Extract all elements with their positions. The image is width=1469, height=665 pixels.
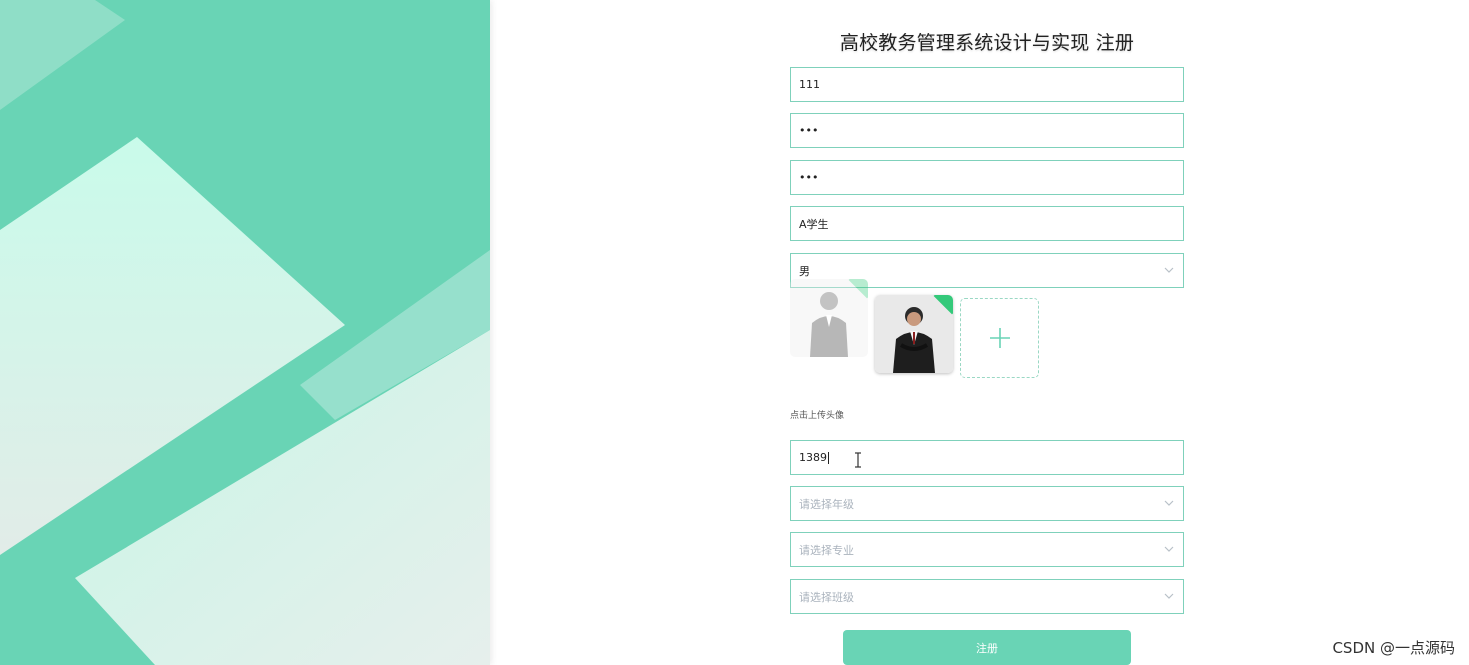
account-value: 111 xyxy=(799,78,820,91)
class-select[interactable]: 请选择班级 xyxy=(790,579,1184,614)
phone-value: 1389 xyxy=(799,451,827,464)
password-value: ••• xyxy=(799,124,819,137)
password-input[interactable]: ••• xyxy=(790,113,1184,148)
register-button[interactable]: 注册 xyxy=(843,630,1131,665)
register-page: 高校教务管理系统设计与实现 注册 111 ••• ••• A学生 男 点击上传头… xyxy=(0,0,1469,665)
gender-value: 男 xyxy=(799,264,810,278)
decorative-background-panel xyxy=(0,0,490,665)
plus-icon xyxy=(989,328,1010,348)
name-value: A学生 xyxy=(799,217,829,231)
avatar-drag-ghost-image xyxy=(790,279,868,357)
watermark-text: CSDN @一点源码 xyxy=(1332,639,1455,657)
confirm-password-value: ••• xyxy=(799,171,819,184)
chevron-down-icon xyxy=(1164,591,1174,601)
chevron-down-icon xyxy=(1164,265,1174,275)
avatar-preview-image[interactable] xyxy=(875,295,953,373)
chevron-down-icon xyxy=(1164,544,1174,554)
chevron-down-icon xyxy=(1164,498,1174,508)
text-caret xyxy=(828,451,829,464)
class-placeholder: 请选择班级 xyxy=(799,590,854,604)
grade-placeholder: 请选择年级 xyxy=(799,497,854,511)
upload-avatar-label: 点击上传头像 xyxy=(790,411,845,421)
page-title: 高校教务管理系统设计与实现 注册 xyxy=(839,32,1135,54)
avatar-upload-button[interactable] xyxy=(960,298,1039,378)
confirm-password-input[interactable]: ••• xyxy=(790,160,1184,195)
grade-select[interactable]: 请选择年级 xyxy=(790,486,1184,521)
major-placeholder: 请选择专业 xyxy=(799,543,854,557)
major-select[interactable]: 请选择专业 xyxy=(790,532,1184,567)
account-input[interactable]: 111 xyxy=(790,67,1184,102)
ibeam-cursor-icon xyxy=(853,451,863,469)
name-input[interactable]: A学生 xyxy=(790,206,1184,241)
phone-input[interactable]: 1389 xyxy=(790,440,1184,475)
